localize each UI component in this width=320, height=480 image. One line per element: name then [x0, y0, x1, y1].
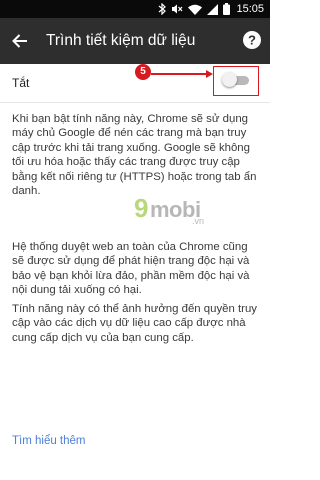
- premium-services-paragraph: Tính năng này có thể ảnh hưởng đến quyền…: [12, 303, 257, 344]
- bluetooth-icon: [158, 3, 166, 15]
- annotation-arrow-head: [206, 70, 213, 78]
- status-icons: [158, 0, 230, 18]
- status-time: 15:05: [236, 3, 264, 15]
- divider: [0, 102, 270, 103]
- mute-icon: [171, 3, 183, 15]
- battery-icon: [223, 3, 230, 15]
- app-bar: Trình tiết kiệm dữ liệu ?: [0, 18, 270, 64]
- toggle-state-label: Tắt: [12, 76, 30, 90]
- step-badge: 5: [135, 64, 151, 80]
- data-saver-switch[interactable]: [222, 72, 249, 87]
- status-bar: 15:05: [0, 0, 270, 18]
- help-icon[interactable]: ?: [242, 30, 262, 50]
- annotation-arrow: [151, 73, 209, 75]
- watermark-domain: .vn: [192, 216, 205, 226]
- wifi-icon: [188, 4, 202, 15]
- page-title: Trình tiết kiệm dữ liệu: [46, 32, 196, 49]
- signal-icon: [207, 3, 218, 15]
- safe-browsing-paragraph: Hệ thống duyệt web an toàn của Chrome cũ…: [12, 241, 250, 297]
- learn-more-link[interactable]: Tìm hiểu thêm: [12, 435, 86, 447]
- watermark-nine: 9: [134, 193, 149, 223]
- switch-thumb[interactable]: [222, 72, 237, 87]
- svg-text:?: ?: [248, 33, 256, 48]
- arrow-back-icon[interactable]: [10, 31, 30, 51]
- description-paragraph: Khi bạn bật tính năng này, Chrome sẽ sử …: [12, 113, 257, 198]
